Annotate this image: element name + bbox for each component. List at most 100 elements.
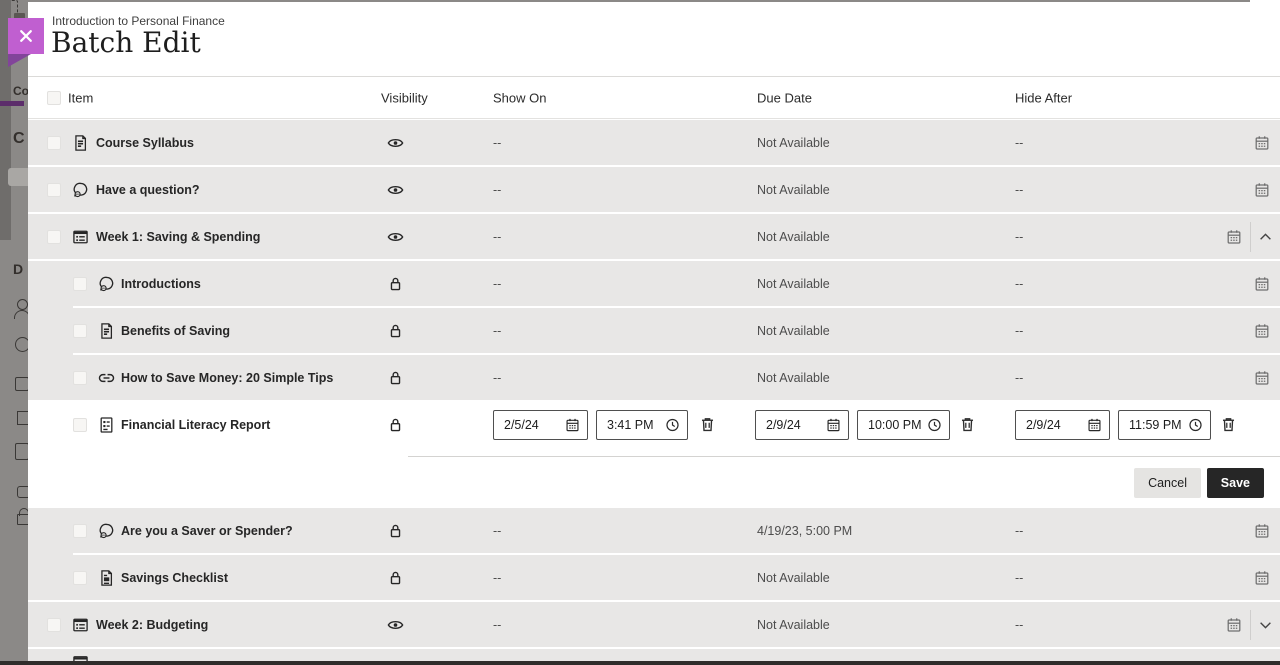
due-date-date-input[interactable]: 2/9/24 — [755, 410, 849, 440]
edit-dates-calendar-button[interactable] — [1226, 617, 1242, 633]
trash-icon — [1220, 416, 1237, 433]
item-label: How to Save Money: 20 Simple Tips — [121, 371, 333, 385]
calendar-icon — [1254, 570, 1270, 586]
expand-collapse-button[interactable] — [1258, 229, 1273, 244]
document-icon — [72, 134, 89, 151]
lock-icon — [387, 569, 404, 586]
item-label: Week 2: Budgeting — [96, 618, 208, 632]
background-active-tab-underline — [0, 101, 24, 106]
row-checkbox[interactable] — [47, 136, 61, 150]
discussion-icon — [98, 522, 115, 539]
show-on-value: -- — [493, 618, 501, 632]
calendar-icon — [1254, 276, 1270, 292]
edit-actions-divider — [408, 456, 1280, 457]
item-label: Savings Checklist — [121, 571, 228, 585]
due-date-value: Not Available — [757, 371, 830, 385]
edit-dates-calendar-button[interactable] — [1254, 182, 1270, 198]
clock-icon[interactable] — [665, 418, 680, 433]
row-checkbox[interactable] — [73, 418, 87, 432]
table-row: Course Syllabus--Not Available-- — [28, 120, 1280, 165]
lock-icon — [387, 417, 404, 434]
hide-after-date-input[interactable]: 2/9/24 — [1015, 410, 1110, 440]
hide-after-time-input[interactable]: 11:59 PM — [1118, 410, 1211, 440]
trailing-divider — [1250, 610, 1251, 640]
due-date-time-input[interactable]: 10:00 PM — [857, 410, 950, 440]
module-icon — [72, 616, 89, 633]
trash-icon — [959, 416, 976, 433]
hide-after-date-input-value: 2/9/24 — [1026, 418, 1061, 432]
edit-dates-calendar-button[interactable] — [1254, 135, 1270, 151]
lock-icon — [387, 522, 404, 539]
hide-after-value: -- — [1015, 230, 1023, 244]
background-heading-fragment: C — [13, 130, 25, 148]
edit-dates-calendar-button[interactable] — [1226, 229, 1242, 245]
module-icon — [72, 654, 89, 661]
table-row — [28, 649, 1280, 661]
chevron-down-icon — [1258, 617, 1273, 632]
hide-after-value: -- — [1015, 277, 1023, 291]
expand-collapse-button[interactable] — [1258, 617, 1273, 632]
row-checkbox[interactable] — [47, 618, 61, 632]
clock-icon[interactable] — [1188, 418, 1203, 433]
lock-icon — [387, 322, 404, 339]
calendar-icon — [1254, 323, 1270, 339]
show-on-value: -- — [493, 136, 501, 150]
clear-due-date-button[interactable] — [959, 416, 976, 433]
eye-icon — [387, 134, 404, 151]
hide-after-value: -- — [1015, 618, 1023, 632]
column-header-visibility: Visibility — [381, 90, 428, 105]
link-icon — [98, 369, 115, 386]
table-row: Introductions--Not Available-- — [28, 261, 1280, 306]
row-checkbox[interactable] — [73, 524, 87, 538]
show-on-time-input[interactable]: 3:41 PM — [596, 410, 688, 440]
due-date-date-input-value: 2/9/24 — [766, 418, 801, 432]
edit-dates-calendar-button[interactable] — [1254, 570, 1270, 586]
select-all-checkbox[interactable] — [47, 91, 61, 105]
discussion-icon — [72, 181, 89, 198]
column-header-hide-after: Hide After — [1015, 90, 1072, 105]
item-label: Week 1: Saving & Spending — [96, 230, 260, 244]
clear-hide-after-button[interactable] — [1220, 416, 1237, 433]
edit-dates-calendar-button[interactable] — [1254, 323, 1270, 339]
clock-icon[interactable] — [927, 418, 942, 433]
calendar-icon[interactable] — [1087, 418, 1102, 433]
calendar-icon — [1226, 617, 1242, 633]
calendar-icon[interactable] — [565, 418, 580, 433]
cancel-button[interactable]: Cancel — [1134, 468, 1201, 498]
eye-icon — [387, 181, 404, 198]
hide-after-value: -- — [1015, 324, 1023, 338]
items-list: Course Syllabus--Not Available--Have a q… — [28, 120, 1280, 661]
item-label: Financial Literacy Report — [121, 418, 270, 432]
row-checkbox[interactable] — [73, 324, 87, 338]
row-checkbox[interactable] — [73, 371, 87, 385]
batch-edit-panel: Introduction to Personal Finance Batch E… — [28, 2, 1280, 661]
edit-dates-calendar-button[interactable] — [1254, 370, 1270, 386]
background-icon-fragment — [15, 377, 28, 391]
row-checkbox[interactable] — [73, 277, 87, 291]
lock-icon — [387, 275, 404, 292]
chevron-up-icon — [1258, 229, 1273, 244]
hide-after-time-input-value: 11:59 PM — [1129, 418, 1182, 432]
row-checkbox[interactable] — [47, 183, 61, 197]
edit-dates-calendar-button[interactable] — [1254, 523, 1270, 539]
background-heading-fragment: D — [13, 261, 23, 277]
show-on-time-input-value: 3:41 PM — [607, 418, 654, 432]
row-checkbox[interactable] — [73, 571, 87, 585]
item-label: Introductions — [121, 277, 201, 291]
due-date-value: 4/19/23, 5:00 PM — [757, 524, 852, 538]
close-button[interactable] — [8, 18, 44, 54]
calendar-icon — [1254, 182, 1270, 198]
edit-dates-calendar-button[interactable] — [1254, 276, 1270, 292]
calendar-icon[interactable] — [826, 418, 841, 433]
trash-icon — [699, 416, 716, 433]
document-icon — [98, 322, 115, 339]
clear-show-on-button[interactable] — [699, 416, 716, 433]
row-checkbox[interactable] — [47, 230, 61, 244]
background-icon-fragment — [17, 486, 28, 498]
table-row: Benefits of Saving--Not Available-- — [28, 308, 1280, 353]
table-header: Item Visibility Show On Due Date Hide Af… — [28, 77, 1280, 119]
show-on-date-input[interactable]: 2/5/24 — [493, 410, 588, 440]
save-button[interactable]: Save — [1207, 468, 1264, 498]
due-date-value: Not Available — [757, 230, 830, 244]
background-icon-fragment — [17, 411, 28, 425]
